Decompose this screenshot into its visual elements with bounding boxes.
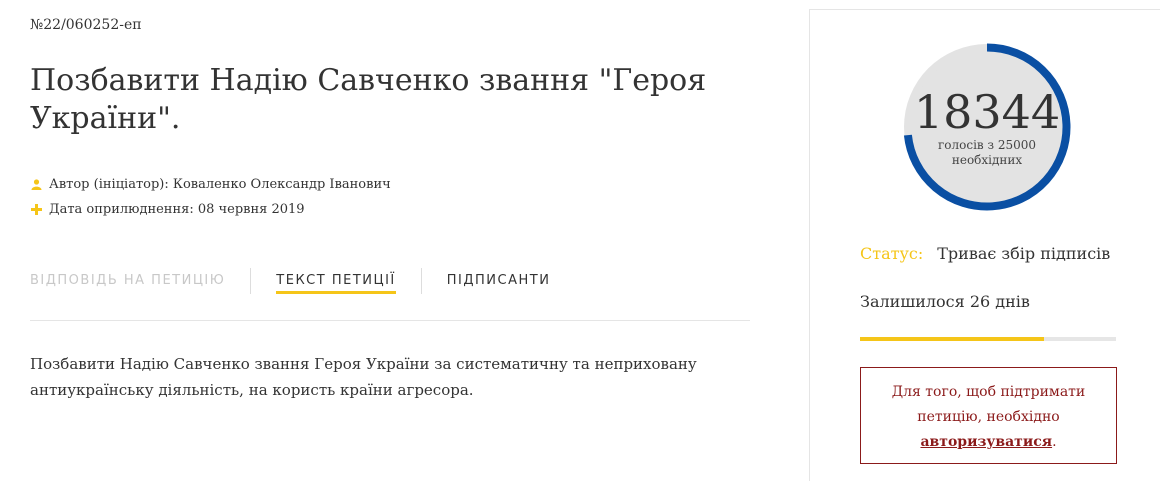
petition-tabs: ВІДПОВІДЬ НА ПЕТИЦІЮ ТЕКСТ ПЕТИЦІЇ ПІДПИ… — [30, 268, 551, 296]
date-meta: Дата оприлюднення: 08 червня 2019 — [30, 202, 305, 217]
auth-text: Для того, щоб підтримати петицію, необхід… — [891, 384, 1086, 425]
status-line: Статус: Триває збір підписів — [860, 244, 1110, 263]
tab-petition-text[interactable]: ТЕКСТ ПЕТИЦІЇ — [276, 273, 396, 294]
date-label: Дата оприлюднення: — [49, 202, 194, 217]
tab-answer: ВІДПОВІДЬ НА ПЕТИЦІЮ — [30, 272, 226, 288]
author-label: Автор (ініціатор): — [49, 177, 169, 192]
days-remaining: Залишилося 26 днів — [860, 292, 1030, 311]
user-icon — [30, 179, 42, 191]
date-value: 08 червня 2019 — [197, 202, 305, 217]
time-progress-bar — [860, 337, 1116, 341]
login-link[interactable]: авторизуватися — [920, 434, 1052, 450]
content-divider — [30, 320, 750, 321]
tab-separator — [420, 268, 422, 294]
petition-text: Позбавити Надію Савченко звання Героя Ук… — [30, 355, 697, 399]
tab-separator — [250, 268, 252, 294]
petition-title: Позбавити Надію Савченко звання "Героя У… — [30, 63, 707, 136]
auth-notice: Для того, щоб підтримати петицію, необхід… — [860, 367, 1117, 464]
petition-number: №22/060252-еп — [30, 17, 142, 33]
votes-count: 18344 — [913, 85, 1061, 139]
tab-signatories[interactable]: ПІДПИСАНТИ — [447, 273, 551, 294]
auth-text-end: . — [1052, 434, 1057, 450]
author-name: Коваленко Олександр Іванович — [172, 177, 391, 192]
author-meta: Автор (ініціатор): Коваленко Олександр І… — [30, 177, 391, 192]
plus-icon — [30, 204, 42, 216]
votes-caption: голосів з 25000 необхідних — [937, 138, 1037, 167]
time-progress-fill — [860, 337, 1045, 341]
status-label: Статус: — [860, 244, 924, 263]
status-value: Триває збір підписів — [937, 244, 1111, 263]
